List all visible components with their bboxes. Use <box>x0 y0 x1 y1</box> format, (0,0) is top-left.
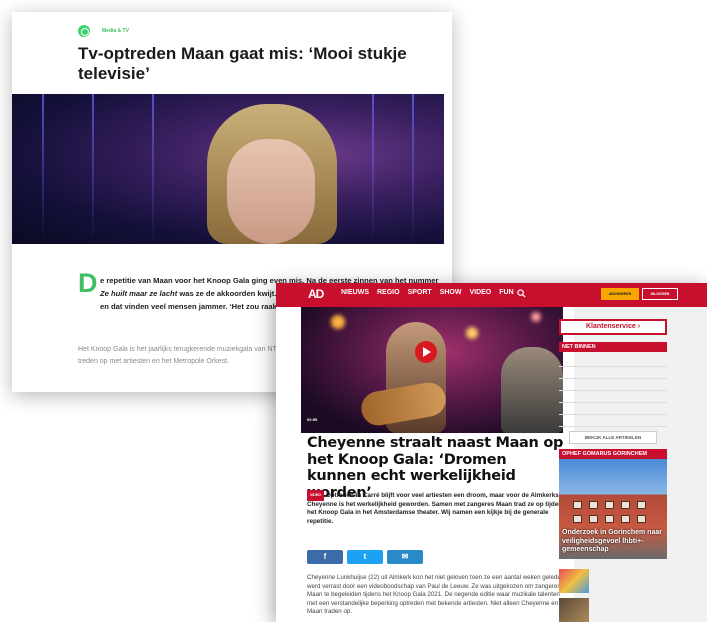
all-articles-button[interactable]: BEKIJK ALLE ARTIKELEN <box>569 431 657 444</box>
intro-text: Optreden in Carré blijft voor veel artie… <box>307 491 566 525</box>
photo-caption <box>192 245 437 249</box>
video-badge: VIDEO <box>307 490 324 501</box>
net-binnen-header: NET BINNEN <box>559 342 667 352</box>
article-title: Tv-optreden Maan gaat mis: ‘Mooi stukje … <box>78 44 407 83</box>
ad-logo[interactable]: AD <box>308 287 324 301</box>
video-player[interactable] <box>301 307 563 433</box>
play-button-icon[interactable] <box>415 341 437 363</box>
video-duration: 00:55 <box>307 417 318 422</box>
subscribe-button[interactable]: ABONNEREN <box>601 288 639 300</box>
related-thumbnail <box>559 569 589 593</box>
nav-item-show[interactable]: SHOW <box>440 289 462 296</box>
nav-item-sport[interactable]: SPORT <box>408 289 432 296</box>
related-list <box>559 569 667 622</box>
news-item[interactable] <box>559 415 667 427</box>
article-meta: Media & TV <box>78 25 135 37</box>
related-item[interactable] <box>559 598 667 622</box>
facebook-share-button[interactable]: f <box>307 550 343 564</box>
news-item[interactable] <box>559 391 667 403</box>
news-item[interactable] <box>559 403 667 415</box>
share-bar: f t ✉ <box>307 550 423 564</box>
gorinchem-header[interactable]: OPHEF GOMARUS GORINCHEM <box>559 449 667 459</box>
login-button[interactable]: INLOGGEN <box>642 288 678 300</box>
nav-item-regio[interactable]: REGIO <box>377 289 400 296</box>
article-photo <box>12 94 444 244</box>
article-byline <box>307 533 527 538</box>
related-text <box>593 569 665 595</box>
promo-title[interactable]: Onderzoek in Gorinchem naar veiligheidsg… <box>562 529 664 555</box>
customer-service-button[interactable]: Klantenservice › <box>559 319 667 335</box>
related-thumbnail <box>559 598 589 622</box>
nav-item-video[interactable]: VIDEO <box>469 289 491 296</box>
news-item[interactable] <box>559 367 667 379</box>
nav-menu: NIEUWS REGIO SPORT SHOW VIDEO FUN <box>341 289 514 296</box>
nav-item-nieuws[interactable]: NIEUWS <box>341 289 369 296</box>
related-text <box>593 598 665 622</box>
news-list <box>559 355 667 427</box>
top-navigation: AD NIEUWS REGIO SPORT SHOW VIDEO FUN ABO… <box>276 283 707 307</box>
news-item[interactable] <box>559 355 667 367</box>
article-body: Cheyenne Lunkhuijse (22) uit Almkerk kon… <box>307 574 565 616</box>
drop-cap: D <box>78 268 98 298</box>
nav-item-fun[interactable]: FUN <box>499 289 513 296</box>
article-card-front: AD NIEUWS REGIO SPORT SHOW VIDEO FUN ABO… <box>276 283 707 622</box>
news-item[interactable] <box>559 379 667 391</box>
search-icon[interactable] <box>517 289 526 298</box>
article-intro: VIDEO Optreden in Carré blijft voor veel … <box>307 490 569 526</box>
site-logo-icon[interactable] <box>78 25 90 37</box>
related-item[interactable] <box>559 569 667 595</box>
twitter-share-button[interactable]: t <box>347 550 383 564</box>
lead-song-title: Ze huilt maar ze lacht <box>100 289 178 298</box>
email-share-button[interactable]: ✉ <box>387 550 423 564</box>
category-link[interactable]: Media & TV <box>102 28 129 34</box>
